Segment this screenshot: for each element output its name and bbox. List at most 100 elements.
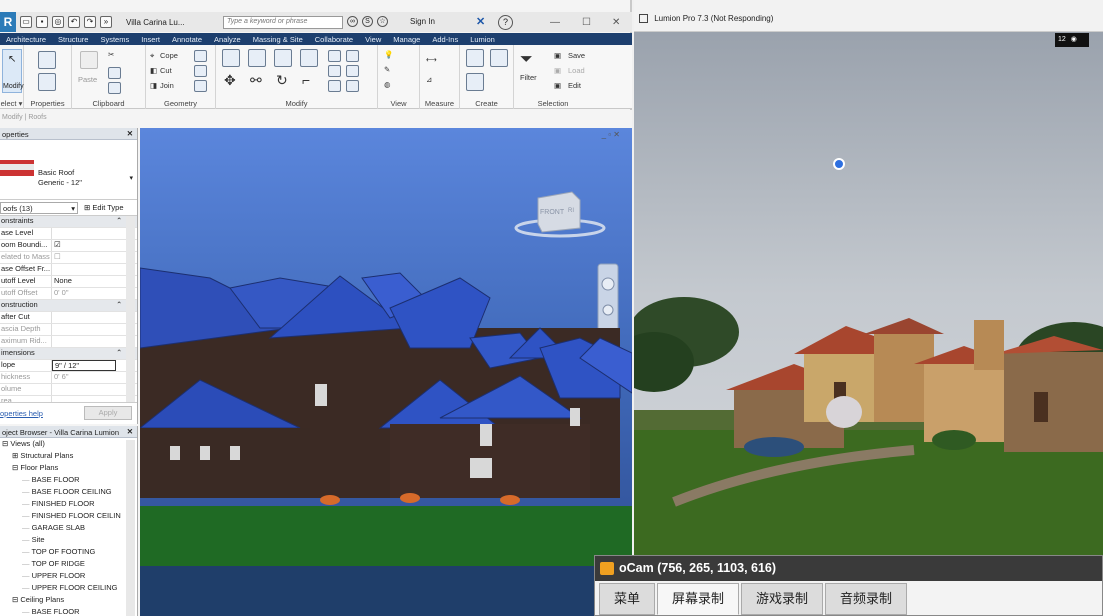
undo-icon[interactable]: ↶ — [68, 16, 80, 28]
tab-add-ins[interactable]: Add-Ins — [426, 35, 464, 44]
create-parts-icon[interactable] — [490, 49, 508, 67]
filter-icon[interactable]: ⏷ — [520, 51, 533, 69]
property-row[interactable]: utoff Level None — [0, 276, 137, 288]
browser-tree-item[interactable]: — TOP OF RIDGE — [0, 558, 137, 570]
property-row[interactable]: lope 9" / 12" — [0, 360, 137, 372]
browser-tree-item[interactable]: — BASE FLOOR CEILING — [0, 486, 137, 498]
tab-architecture[interactable]: Architecture — [0, 35, 52, 44]
property-row[interactable]: ase Offset Fr... — [0, 264, 137, 276]
bulb-icon[interactable]: 💡 — [384, 50, 393, 59]
tab-view[interactable]: View — [359, 35, 387, 44]
exchange-apps-icon[interactable]: ✕ — [476, 16, 490, 29]
type-selector[interactable]: Basic Roof Generic - 12" ▾ — [0, 140, 137, 200]
property-group-header[interactable]: onstraints ⌃ — [0, 216, 137, 228]
properties-help-link[interactable]: operties help — [0, 409, 43, 418]
cut-button[interactable]: Cut — [160, 66, 172, 75]
minimize-icon[interactable]: — — [550, 17, 560, 28]
overrides-icon[interactable]: ◍ — [384, 80, 391, 89]
properties-scrollbar[interactable] — [126, 216, 135, 402]
property-value[interactable] — [52, 264, 116, 275]
create-assembly-icon[interactable] — [466, 73, 484, 91]
mirror-axis-icon[interactable] — [274, 49, 292, 67]
revit-3d-view[interactable]: _ ▫ ✕ FRONT RI — [140, 128, 632, 616]
create-group-icon[interactable] — [466, 49, 484, 67]
favorites-icon[interactable]: ☆ — [377, 16, 388, 27]
align-icon[interactable] — [222, 49, 240, 67]
property-value[interactable] — [52, 312, 116, 323]
move-icon[interactable]: ✥ — [224, 72, 236, 89]
browser-tree-item[interactable]: — TOP OF FOOTING — [0, 546, 137, 558]
subscription-icon[interactable]: S — [362, 16, 373, 27]
open-icon[interactable]: ▭ — [20, 16, 32, 28]
save-selection-button[interactable]: Save — [568, 51, 585, 60]
element-filter-dropdown[interactable]: oofs (13) ▾ — [0, 202, 78, 214]
revit-app-menu-button[interactable]: R — [0, 12, 16, 32]
array-icon[interactable] — [328, 65, 341, 77]
property-row[interactable]: olume — [0, 384, 137, 396]
dimension-icon[interactable]: ⊿ — [426, 75, 432, 84]
search-input[interactable]: Type a keyword or phrase — [223, 16, 343, 29]
pin-icon[interactable] — [346, 65, 359, 77]
property-value[interactable]: ☑ — [52, 240, 116, 251]
rotate-icon[interactable]: ↻ — [276, 72, 288, 89]
browser-tree-item[interactable]: ⊟ Ceiling Plans — [0, 594, 137, 606]
property-row[interactable]: oom Boundi... ☑ — [0, 240, 137, 252]
trim-extend-icon[interactable]: ⌐ — [302, 72, 310, 88]
tab-insert[interactable]: Insert — [135, 35, 166, 44]
filter-button[interactable]: Filter — [520, 73, 537, 82]
ocam-tab[interactable]: 屏幕录制 — [657, 583, 740, 615]
collapse-icon[interactable]: ⌃ — [116, 300, 122, 311]
split-icon[interactable] — [328, 50, 341, 62]
browser-tree-item[interactable]: — FINISHED FLOOR — [0, 498, 137, 510]
join-icon[interactable]: ◨ — [150, 81, 157, 90]
binoculars-icon[interactable]: ∞ — [347, 16, 358, 27]
ocam-tab[interactable]: 音频录制 — [825, 583, 908, 615]
save-icon[interactable]: ▪ — [36, 16, 48, 28]
maximize-icon[interactable]: ☐ — [582, 17, 591, 28]
property-group-header[interactable]: onstruction ⌃ — [0, 300, 137, 312]
property-row[interactable]: elated to Mass ☐ — [0, 252, 137, 264]
type-properties-icon[interactable] — [38, 73, 56, 91]
visibility-indicator[interactable]: 12 ◉ — [1055, 33, 1089, 47]
property-row[interactable]: hickness 0' 6" — [0, 372, 137, 384]
chevron-down-icon[interactable]: ▾ — [129, 174, 133, 182]
browser-tree-item[interactable]: ⊟ Views (all) — [0, 438, 137, 450]
mirror-draw-icon[interactable] — [300, 49, 318, 67]
tab-annotate[interactable]: Annotate — [166, 35, 208, 44]
edit-type-button[interactable]: ⊞ Edit Type — [84, 203, 124, 212]
cope-button[interactable]: Cope — [160, 51, 178, 60]
pencil-icon[interactable]: ✎ — [384, 65, 390, 74]
property-group-header[interactable]: imensions ⌃ — [0, 348, 137, 360]
sign-in-button[interactable]: Sign In — [410, 17, 435, 26]
browser-tree-item[interactable]: ⊟ Floor Plans — [0, 462, 137, 474]
steering-wheel-icon[interactable] — [601, 277, 615, 291]
paint-icon[interactable] — [194, 80, 207, 92]
help-icon[interactable]: ? — [498, 15, 513, 30]
paste-icon[interactable] — [80, 51, 98, 69]
qat-more-icon[interactable]: » — [100, 16, 112, 28]
ocam-tab[interactable]: 游戏录制 — [741, 583, 824, 615]
property-value[interactable] — [52, 228, 116, 239]
property-row[interactable]: aximum Rid... — [0, 336, 137, 348]
property-value[interactable]: 9" / 12" — [52, 360, 116, 371]
redo-icon[interactable]: ↷ — [84, 16, 96, 28]
offset-icon[interactable] — [248, 49, 266, 67]
close-properties-icon[interactable]: ✕ — [127, 129, 133, 138]
save-selection-icon[interactable]: ▣ — [554, 51, 561, 60]
browser-tree-item[interactable]: — GARAGE SLAB — [0, 522, 137, 534]
select-panel-label[interactable]: elect ▾ — [0, 99, 23, 108]
browser-tree-item[interactable]: — Site — [0, 534, 137, 546]
property-value[interactable]: None — [52, 276, 116, 287]
property-row[interactable]: utoff Offset 0' 0" — [0, 288, 137, 300]
property-row[interactable]: ase Level — [0, 228, 137, 240]
browser-tree-item[interactable]: — FINISHED FLOOR CEILIN — [0, 510, 137, 522]
close-browser-icon[interactable]: ✕ — [127, 427, 133, 436]
browser-tree-item[interactable]: — BASE FLOOR — [0, 474, 137, 486]
scale-icon[interactable] — [328, 80, 341, 92]
cope-icon[interactable]: ⌖ — [150, 51, 154, 61]
edit-selection-icon[interactable]: ▣ — [554, 81, 561, 90]
sync-icon[interactable]: ◎ — [52, 16, 64, 28]
browser-scrollbar[interactable] — [126, 440, 135, 616]
trim-icon[interactable] — [346, 50, 359, 62]
wall-joins-icon[interactable] — [194, 50, 207, 62]
